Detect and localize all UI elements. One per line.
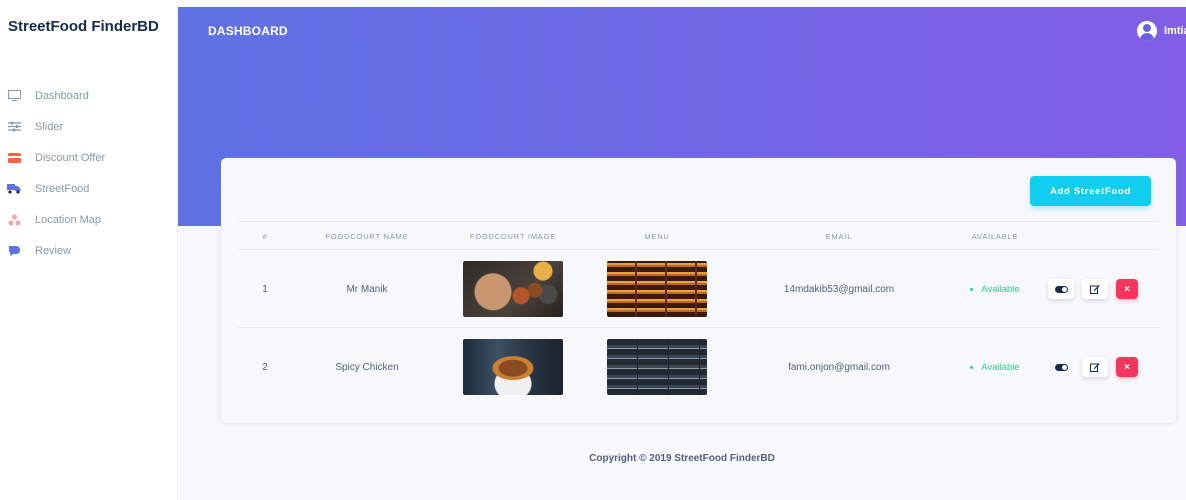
table-row: 1 Mr Manik 14mdakib53@gmail.com Availabl…: [238, 250, 1159, 328]
delete-button[interactable]: ×: [1116, 357, 1138, 377]
close-icon: ×: [1124, 361, 1130, 373]
sidebar-nav: Dashboard Slider Discount Offer StreetFo…: [0, 80, 178, 266]
table-header: # FOODCOURT NAME FOODCOURT IMAGE MENU EM…: [238, 221, 1159, 250]
status-text: Available: [981, 283, 1020, 295]
foodcourt-name: Mr Manik: [346, 283, 388, 295]
sidebar-item-review[interactable]: Review: [0, 235, 178, 266]
toggle-icon: [1054, 363, 1068, 371]
brand-logo[interactable]: StreetFood FinderBD: [8, 18, 159, 35]
edit-icon: [1090, 285, 1100, 294]
row-actions: ×: [1042, 250, 1159, 328]
user-menu[interactable]: Imtiaz: [1137, 21, 1186, 41]
row-number: 2: [262, 361, 268, 373]
streetfood-table: # FOODCOURT NAME FOODCOURT IMAGE MENU EM…: [238, 221, 1159, 406]
status-dot-icon: [970, 365, 974, 369]
menu-image: [607, 339, 707, 395]
streetfood-card: Add StreetFood # FOODCOURT NAME FOODCOUR…: [221, 158, 1176, 423]
email-value: fami.onjon@gmail.com: [788, 361, 890, 373]
status-dot-icon: [970, 287, 974, 291]
sidebar: StreetFood FinderBD Dashboard Slider Dis…: [0, 0, 178, 500]
row-number: 1: [262, 283, 268, 295]
sidebar-item-location-map[interactable]: Location Map: [0, 204, 178, 235]
edit-button[interactable]: [1082, 279, 1108, 299]
close-icon: ×: [1124, 283, 1130, 295]
chat-icon: [7, 244, 21, 258]
delete-button[interactable]: ×: [1116, 279, 1138, 299]
status-text: Available: [981, 361, 1020, 373]
map-pin-icon: [7, 213, 21, 227]
sidebar-item-label: StreetFood: [35, 182, 90, 195]
edit-icon: [1090, 363, 1100, 372]
monitor-icon: [7, 89, 21, 103]
row-actions: ×: [1042, 328, 1159, 406]
column-header-available: AVAILABLE: [971, 232, 1019, 241]
table-row: 2 Spicy Chicken fami.onjon@gmail.com Ava…: [238, 328, 1159, 406]
toggle-icon: [1054, 285, 1068, 293]
column-header-number: #: [262, 232, 268, 241]
column-header-menu: MENU: [644, 232, 670, 241]
menu-image: [607, 261, 707, 317]
status-badge: Available: [970, 361, 1020, 373]
status-badge: Available: [970, 283, 1020, 295]
foodcourt-image: [463, 339, 563, 395]
credit-card-icon: [7, 151, 21, 165]
sidebar-item-label: Slider: [35, 120, 64, 133]
email-value: 14mdakib53@gmail.com: [783, 283, 895, 295]
column-header-foodcourt-name: FOODCOURT NAME: [325, 232, 409, 241]
copyright-text: Copyright © 2019: [589, 453, 675, 464]
sidebar-item-dashboard[interactable]: Dashboard: [0, 80, 178, 111]
footer-brand-link[interactable]: StreetFood FinderBD: [674, 453, 775, 464]
add-streetfood-button[interactable]: Add StreetFood: [1030, 176, 1151, 206]
foodcourt-image: [463, 261, 563, 317]
sidebar-item-discount-offer[interactable]: Discount Offer: [0, 142, 178, 173]
sidebar-item-label: Discount Offer: [35, 151, 106, 164]
delivery-truck-icon: [7, 182, 21, 196]
user-name: Imtiaz: [1164, 25, 1186, 37]
foodcourt-name: Spicy Chicken: [335, 361, 399, 373]
avatar-icon: [1137, 21, 1157, 41]
toggle-availability-button[interactable]: [1048, 357, 1074, 377]
column-header-foodcourt-image: FOODCOURT IMAGE: [469, 232, 557, 241]
sidebar-item-streetfood[interactable]: StreetFood: [0, 173, 178, 204]
toggle-availability-button[interactable]: [1048, 279, 1074, 299]
sidebar-item-label: Location Map: [35, 213, 102, 226]
footer: Copyright © 2019 StreetFood FinderBD: [178, 453, 1186, 464]
edit-button[interactable]: [1082, 357, 1108, 377]
sliders-icon: [7, 120, 21, 134]
sidebar-item-label: Dashboard: [35, 89, 89, 102]
sidebar-item-label: Review: [35, 244, 72, 257]
column-header-email: EMAIL: [825, 232, 853, 241]
page-title[interactable]: DASHBOARD: [208, 24, 288, 38]
sidebar-item-slider[interactable]: Slider: [0, 111, 178, 142]
